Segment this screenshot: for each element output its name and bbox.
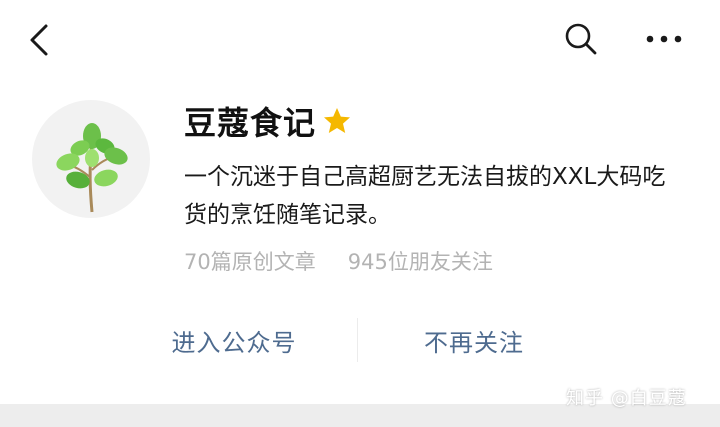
plant-icon (56, 123, 128, 213)
article-count: 70篇原创文章 (184, 250, 316, 274)
avatar[interactable] (32, 100, 150, 218)
account-description: 一个沉迷于自己高超厨艺无法自拔的XXL大码吃货的烹饪随笔记录。 (184, 164, 666, 228)
top-bar (0, 0, 720, 80)
more-dots-icon (646, 35, 682, 43)
unfollow-button[interactable]: 不再关注 (364, 310, 584, 370)
account-stats: 70篇原创文章 945位朋友关注 (184, 246, 493, 276)
watermark: 知乎 @白豆蔻 (566, 388, 687, 409)
action-bar: 进入公众号 不再关注 (0, 310, 720, 370)
star-icon (324, 108, 351, 133)
action-divider (357, 318, 358, 362)
back-button[interactable] (22, 20, 58, 60)
more-button[interactable] (644, 22, 684, 56)
account-name: 豆蔻食记 (184, 104, 317, 142)
follower-count: 945位朋友关注 (347, 250, 493, 274)
back-arrow-icon (30, 24, 48, 56)
account-name-row: 豆蔻食记 (184, 96, 352, 146)
search-button[interactable] (562, 20, 600, 58)
search-icon (565, 23, 597, 55)
enter-account-button[interactable]: 进入公众号 (130, 310, 338, 370)
